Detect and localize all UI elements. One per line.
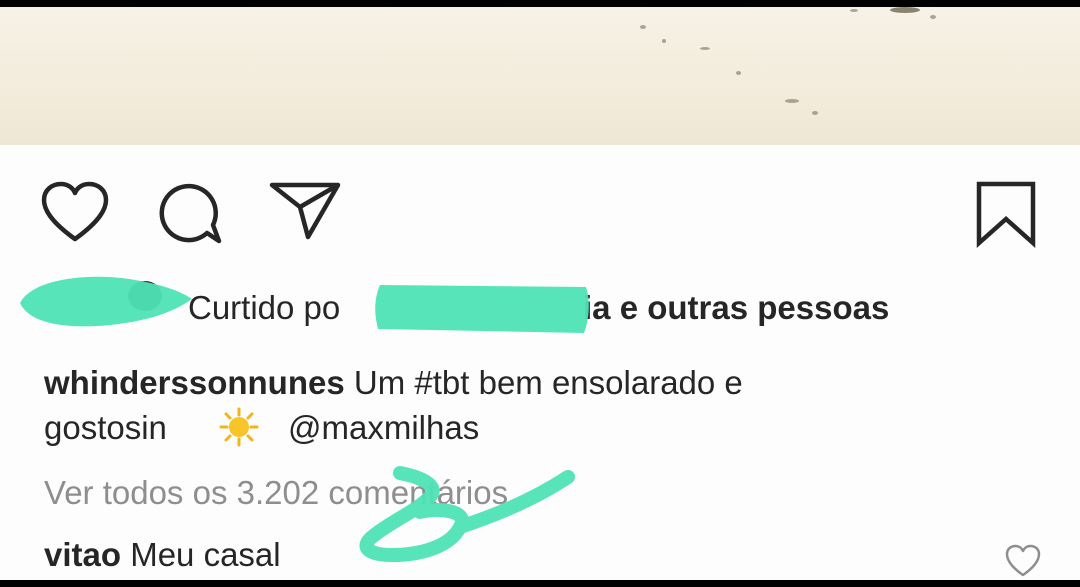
post-photo[interactable] xyxy=(0,7,1080,145)
sun-emoji xyxy=(219,407,259,447)
post-frame: Curtido po ia e outras pessoas whinderss… xyxy=(0,7,1080,580)
paper-plane-icon[interactable] xyxy=(268,177,342,241)
likes-prefix: Curtido po xyxy=(188,289,341,326)
small-heart-icon[interactable] xyxy=(1004,544,1042,578)
caption-username[interactable]: whinderssonnunes xyxy=(44,364,345,401)
heart-icon[interactable] xyxy=(40,181,110,243)
caption-line-1: whinderssonnunes Um #tbt bem ensolarado … xyxy=(44,364,743,402)
comment-username[interactable]: vitao xyxy=(44,536,121,573)
comment-text: Meu casal xyxy=(130,536,281,573)
liker-avatar[interactable] xyxy=(128,281,162,311)
comment-bubble-icon[interactable] xyxy=(155,181,223,247)
likes-suffix[interactable]: ia e outras pessoas xyxy=(583,289,889,327)
caption-text: Um #tbt bem ensolarado e xyxy=(353,364,743,401)
mention-link[interactable]: @maxmilhas xyxy=(288,409,479,447)
comment-row: vitao Meu casal xyxy=(44,536,281,574)
caption-line-2a: gostosin xyxy=(44,409,167,446)
view-all-comments-link[interactable]: Ver todos os 3.202 comentários xyxy=(44,474,508,512)
bookmark-icon[interactable] xyxy=(974,179,1038,249)
